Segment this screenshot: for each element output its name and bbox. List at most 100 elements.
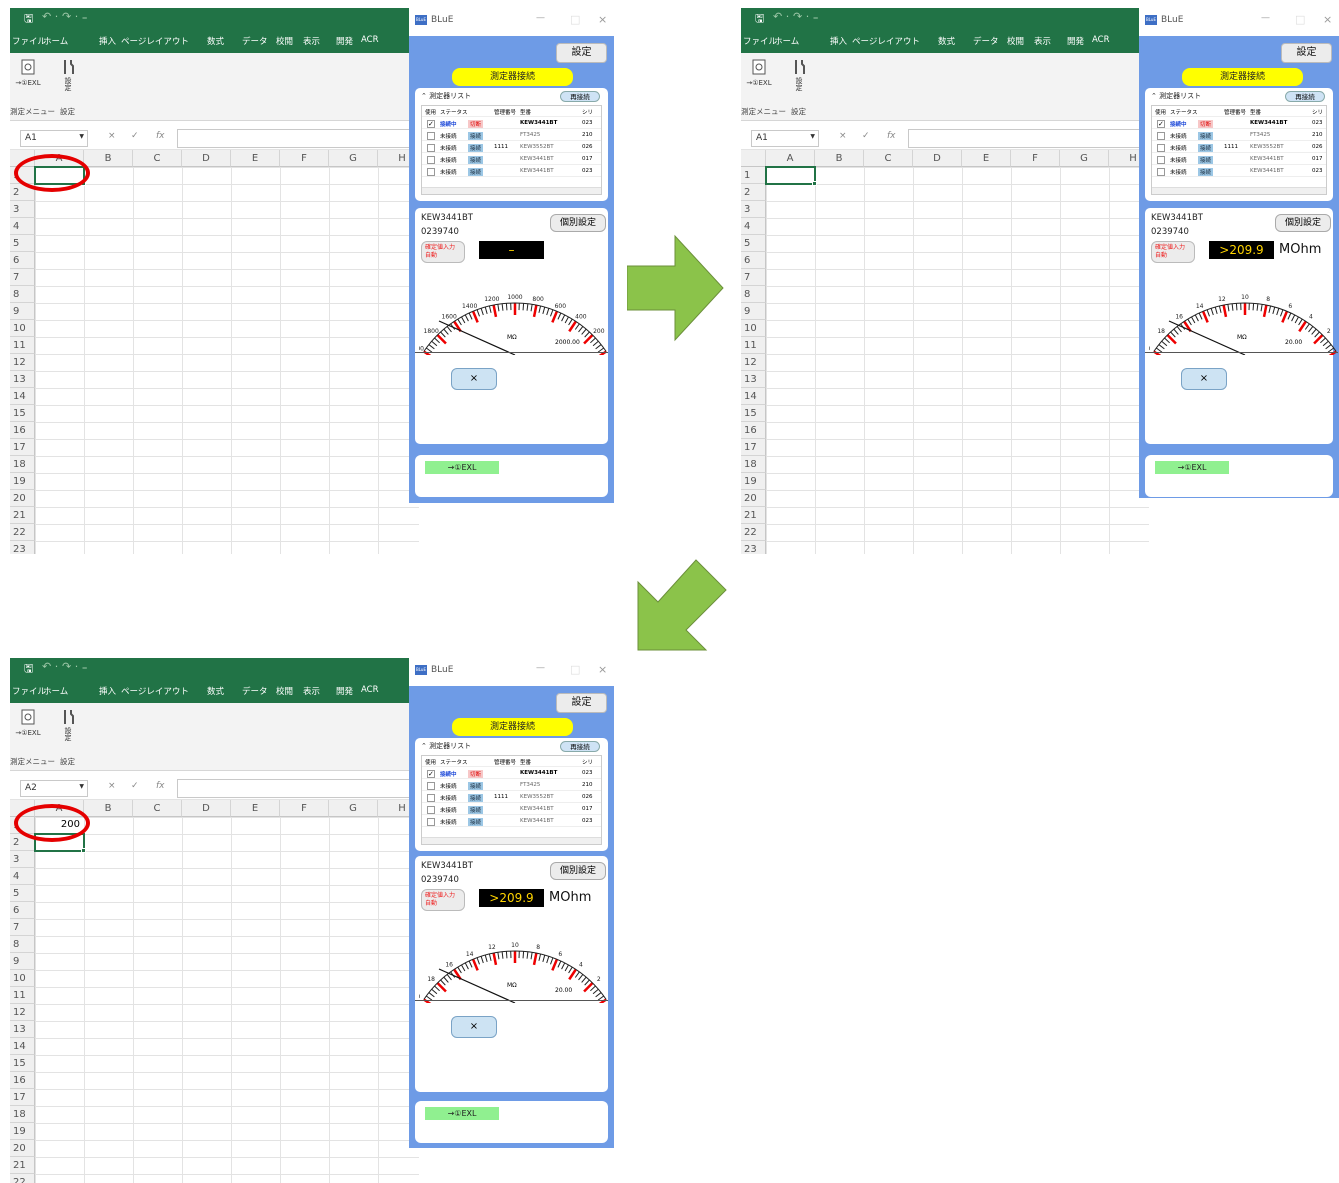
column-header[interactable]: E <box>231 150 280 167</box>
row-header[interactable]: 6 <box>10 902 35 919</box>
connect-toggle-button[interactable]: 接続 <box>468 818 484 826</box>
auto-input-toggle[interactable]: 確定値入力 自動 <box>421 889 465 911</box>
exl-ribbon-button[interactable]: →①EXL <box>10 709 46 753</box>
table-scrollbar[interactable] <box>1152 187 1326 194</box>
collapse-icon[interactable]: ⌃ <box>1151 92 1159 100</box>
row-header[interactable]: 9 <box>741 303 766 320</box>
column-header[interactable]: A <box>766 150 815 167</box>
tab-3[interactable]: ページレイアウト <box>121 685 189 697</box>
row-header[interactable]: 3 <box>10 201 35 218</box>
maximize-icon[interactable]: □ <box>570 663 580 676</box>
chevron-down-icon[interactable]: ▼ <box>79 133 84 140</box>
cancel-icon[interactable]: × <box>108 781 116 791</box>
tab-9[interactable]: ACR <box>361 35 379 45</box>
enter-icon[interactable]: ✓ <box>131 781 139 791</box>
row-header[interactable]: 20 <box>741 490 766 507</box>
column-header[interactable]: D <box>913 150 962 167</box>
row-header[interactable]: 14 <box>10 388 35 405</box>
row-header[interactable]: 14 <box>10 1038 35 1055</box>
row-header[interactable]: 18 <box>10 456 35 473</box>
fill-handle[interactable] <box>812 181 817 186</box>
tab-6[interactable]: 校閲 <box>1007 35 1024 47</box>
column-header[interactable]: C <box>864 150 913 167</box>
row-header[interactable]: 17 <box>10 439 35 456</box>
row-header[interactable]: 14 <box>741 388 766 405</box>
use-checkbox[interactable] <box>1157 168 1165 176</box>
device-list-title[interactable]: ⌃ 測定器リスト <box>421 91 471 101</box>
use-checkbox[interactable] <box>427 794 435 802</box>
minimize-icon[interactable]: — <box>536 13 545 23</box>
column-header[interactable]: F <box>280 150 329 167</box>
enter-icon[interactable]: ✓ <box>131 131 139 141</box>
exl-ribbon-button[interactable]: →①EXL <box>741 59 777 103</box>
device-row[interactable]: 未接続 接続 FT3425 210 <box>422 130 601 141</box>
reconnect-button[interactable]: 再接続 <box>560 741 600 752</box>
chevron-down-icon[interactable]: ▼ <box>810 133 815 140</box>
use-checkbox[interactable] <box>427 168 435 176</box>
tab-5[interactable]: データ <box>973 35 999 47</box>
undo-icon[interactable]: ↶ · <box>773 10 789 23</box>
row-header[interactable]: 10 <box>10 970 35 987</box>
individual-settings-button[interactable]: 個別設定 <box>550 214 606 232</box>
device-row[interactable]: ✓ 接続中 切断 KEW3441BT 023 <box>422 118 601 129</box>
maximize-icon[interactable]: □ <box>1295 13 1305 26</box>
auto-input-toggle[interactable]: 確定値入力 自動 <box>1151 241 1195 263</box>
exl-send-button[interactable]: →①EXL <box>425 1107 499 1120</box>
row-header[interactable]: 4 <box>10 868 35 885</box>
tab-1[interactable]: ホーム <box>774 35 799 47</box>
use-checkbox[interactable] <box>427 156 435 164</box>
formula-input[interactable] <box>177 129 416 148</box>
row-header[interactable]: 9 <box>10 303 35 320</box>
device-list-title[interactable]: ⌃ 測定器リスト <box>1151 91 1201 101</box>
use-checkbox[interactable]: ✓ <box>427 120 435 128</box>
cancel-icon[interactable]: × <box>839 131 847 141</box>
tab-7[interactable]: 表示 <box>303 35 320 47</box>
device-list-title[interactable]: ⌃ 測定器リスト <box>421 741 471 751</box>
close-icon[interactable]: × <box>598 663 607 676</box>
row-header[interactable]: 16 <box>10 1072 35 1089</box>
connect-toggle-button[interactable]: 接続 <box>468 782 484 790</box>
table-scrollbar[interactable] <box>422 187 601 194</box>
device-row[interactable]: 未接続 接続 FT3425 210 <box>422 780 601 791</box>
connect-toggle-button[interactable]: 切断 <box>468 770 484 778</box>
tab-0[interactable]: ファイル <box>12 35 46 47</box>
use-checkbox[interactable] <box>1157 156 1165 164</box>
row-header[interactable]: 5 <box>10 235 35 252</box>
select-all-corner[interactable] <box>741 150 766 167</box>
use-checkbox[interactable]: ✓ <box>427 770 435 778</box>
device-row[interactable]: ✓ 接続中 切断 KEW3441BT 023 <box>1152 118 1326 129</box>
name-box[interactable]: A1 ▼ <box>751 130 819 147</box>
formula-input[interactable] <box>908 129 1146 148</box>
row-header[interactable]: 6 <box>10 252 35 269</box>
row-header[interactable]: 17 <box>741 439 766 456</box>
row-header[interactable]: 17 <box>10 1089 35 1106</box>
column-header[interactable]: B <box>815 150 864 167</box>
undo-icon[interactable]: ↶ · <box>42 10 58 23</box>
row-header[interactable]: 15 <box>10 1055 35 1072</box>
minimize-icon[interactable]: — <box>1261 13 1270 23</box>
column-header[interactable]: G <box>329 150 378 167</box>
connect-banner[interactable]: 測定器接続 <box>452 718 573 736</box>
row-header[interactable]: 12 <box>10 1004 35 1021</box>
row-header[interactable]: 22 <box>10 1174 35 1183</box>
chevron-down-icon[interactable]: ▼ <box>79 783 84 790</box>
tab-7[interactable]: 表示 <box>303 685 320 697</box>
device-row[interactable]: 未接続 接続 KEW3441BT 017 <box>1152 154 1326 165</box>
row-header[interactable]: 10 <box>741 320 766 337</box>
close-meter-button[interactable]: × <box>451 368 497 390</box>
device-row[interactable]: 未接続 接続 1111 KEW3552BT 026 <box>422 792 601 803</box>
individual-settings-button[interactable]: 個別設定 <box>550 862 606 880</box>
row-header[interactable]: 11 <box>10 987 35 1004</box>
row-header[interactable]: 21 <box>10 1157 35 1174</box>
use-checkbox[interactable]: ✓ <box>1157 120 1165 128</box>
row-header[interactable]: 4 <box>10 218 35 235</box>
connect-banner[interactable]: 測定器接続 <box>452 68 573 86</box>
row-header[interactable]: 11 <box>10 337 35 354</box>
column-header[interactable]: B <box>84 150 133 167</box>
connect-toggle-button[interactable]: 切断 <box>468 120 484 128</box>
settings-button[interactable]: 設定 <box>1281 43 1332 63</box>
collapse-icon[interactable]: ⌃ <box>421 92 429 100</box>
tab-8[interactable]: 開発 <box>336 685 353 697</box>
close-meter-button[interactable]: × <box>451 1016 497 1038</box>
row-header[interactable]: 9 <box>10 953 35 970</box>
